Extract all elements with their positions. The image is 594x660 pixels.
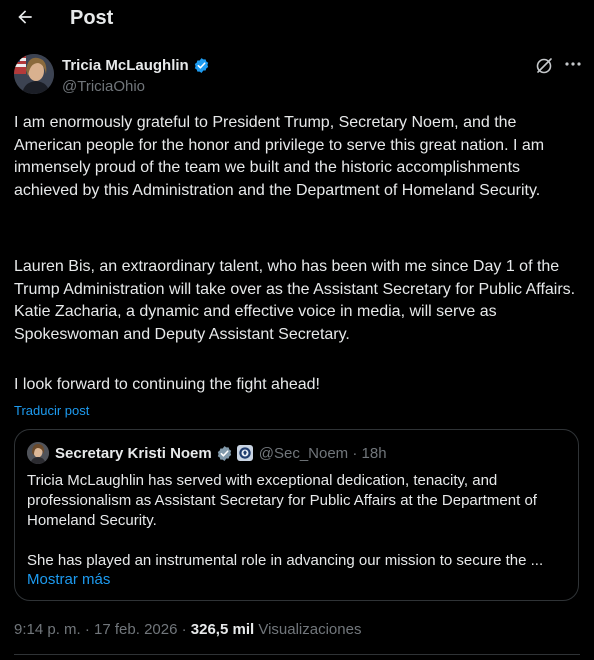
post-metadata: 9:14 p. m. · 17 feb. 2026 · 326,5 mil Vi… <box>14 621 361 638</box>
quoted-post-body: Tricia McLaughlin has served with except… <box>27 471 557 569</box>
quoted-paragraph: She has played an instrumental role in a… <box>27 552 544 569</box>
dhs-seal-icon <box>236 445 253 461</box>
post-paragraph: Lauren Bis, an extraordinary talent, who… <box>14 258 576 343</box>
government-badge-icon <box>217 445 231 461</box>
author-name-row: Tricia McLaughlin <box>62 57 210 74</box>
arrow-left-icon <box>18 10 32 24</box>
author-avatar[interactable] <box>14 54 54 94</box>
author-handle[interactable]: @TriciaOhio <box>62 78 145 95</box>
quoted-paragraph: Tricia McLaughlin has served with except… <box>27 472 537 529</box>
views-count: 326,5 mil <box>190 621 255 638</box>
views-label: Visualizaciones <box>254 621 362 638</box>
post-timestamp[interactable]: 9:14 p. m. · 17 feb. 2026 · <box>14 621 191 638</box>
grok-button[interactable] <box>534 56 554 76</box>
show-more-link[interactable]: Mostrar más <box>27 571 110 588</box>
grok-icon <box>536 58 552 74</box>
post-author: Tricia McLaughlin @TriciaOhio <box>14 54 581 98</box>
verified-badge-icon <box>194 58 208 73</box>
divider <box>14 654 580 655</box>
quoted-post[interactable]: Secretary Kristi Noem @Sec_Noem · 18h Tr… <box>14 429 579 601</box>
quoted-post-header: Secretary Kristi Noem @Sec_Noem · 18h <box>27 442 387 464</box>
avatar-photo <box>27 442 49 464</box>
post-paragraph: I look forward to continuing the fight a… <box>14 376 320 393</box>
more-options-button[interactable] <box>562 54 584 74</box>
quoted-author-name[interactable]: Secretary Kristi Noem <box>55 445 212 462</box>
back-button[interactable] <box>14 6 36 28</box>
top-bar: Post <box>0 0 594 38</box>
translate-post-link[interactable]: Traducir post <box>14 403 89 418</box>
more-dots-icon <box>565 62 581 66</box>
author-name[interactable]: Tricia McLaughlin <box>62 57 189 74</box>
post-paragraph: I am enormously grateful to President Tr… <box>14 114 545 199</box>
page-title: Post <box>70 7 114 29</box>
quoted-author-avatar[interactable] <box>27 442 49 464</box>
avatar-photo <box>14 54 54 94</box>
quoted-author-handle: @Sec_Noem · 18h <box>258 444 387 462</box>
